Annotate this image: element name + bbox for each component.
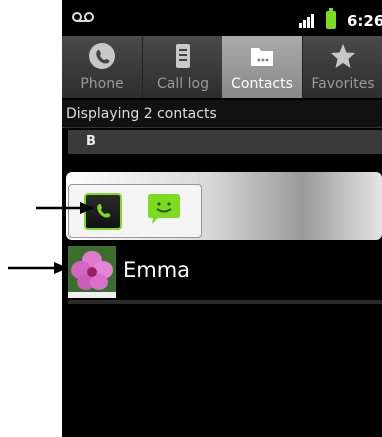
arrow-annotation-icon [36, 202, 94, 214]
arrow-annotation-icon [8, 262, 68, 274]
message-icon [148, 194, 180, 224]
contacts-icon [251, 48, 273, 66]
battery-icon [326, 8, 336, 29]
tab-favorites[interactable]: Favorites [302, 36, 382, 98]
tab-phone[interactable]: Phone [62, 36, 142, 98]
phone-icon [89, 43, 115, 69]
flower-photo [68, 246, 116, 298]
call-log-icon [176, 44, 190, 68]
tab-contacts[interactable]: Contacts [222, 36, 302, 98]
divider [68, 300, 382, 304]
signal-icon [299, 14, 314, 28]
voicemail-icon [72, 12, 94, 22]
clock: 6:26 [347, 12, 382, 30]
tab-bar: Phone Call log Contacts Favorites [62, 36, 382, 98]
tab-call-log[interactable]: Call log [142, 36, 223, 98]
contacts-count: Displaying 2 contacts [62, 100, 382, 128]
section-header: B [68, 130, 382, 154]
contact-name[interactable]: Emma [123, 258, 190, 282]
phone-screen: 6:26 Phone Call log Contacts Favorites D… [62, 0, 382, 437]
star-icon [331, 44, 355, 68]
avatar[interactable] [68, 246, 116, 298]
message-button[interactable] [146, 193, 182, 227]
status-bar: 6:26 [62, 0, 382, 38]
